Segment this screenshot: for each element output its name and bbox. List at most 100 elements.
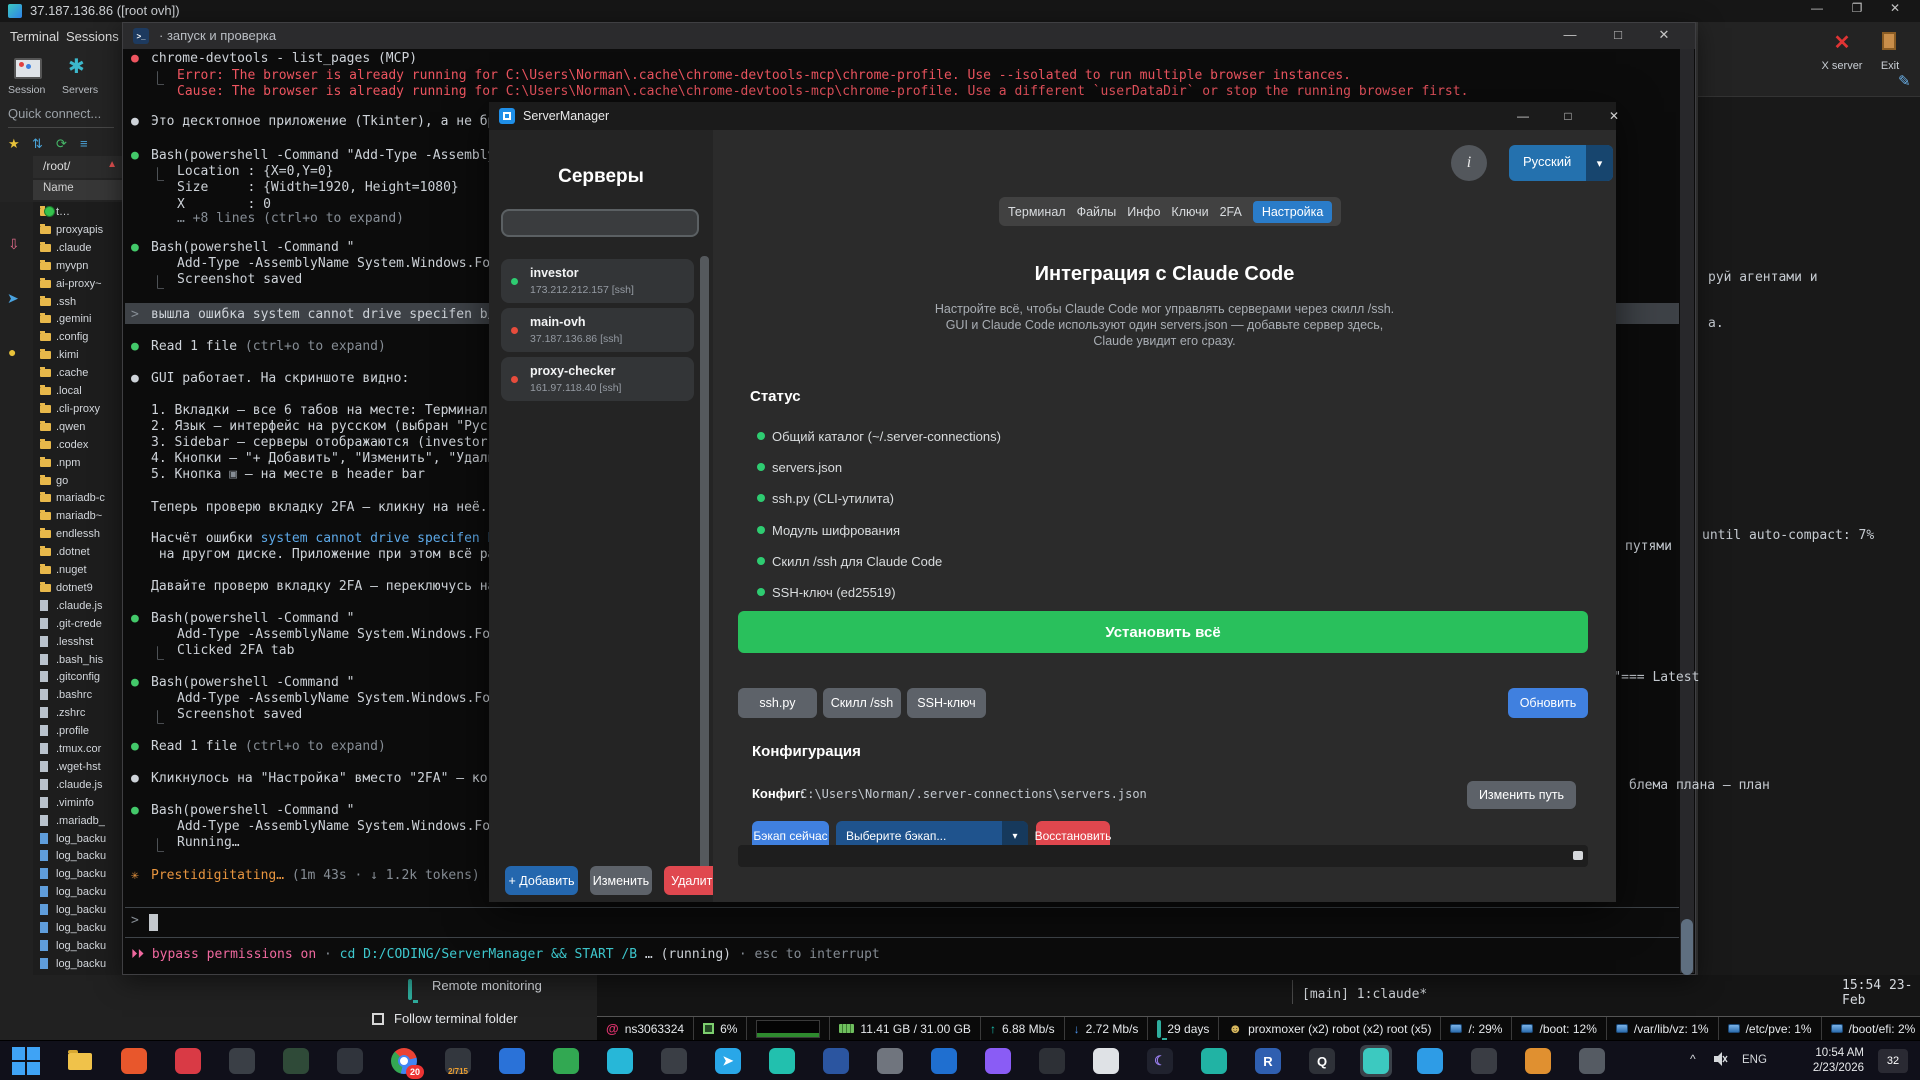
- scrollbar-thumb[interactable]: [1573, 851, 1583, 860]
- taskbar-icon-28[interactable]: [1468, 1045, 1500, 1077]
- server-item[interactable]: investor 173.212.212.157 [ssh]: [501, 259, 694, 303]
- edit-server-button[interactable]: Изменить: [590, 866, 652, 895]
- taskbar-icon-29[interactable]: [1522, 1045, 1554, 1077]
- taskbar-icon-8[interactable]: 20: [388, 1045, 424, 1079]
- speaker-icon[interactable]: [1712, 1051, 1728, 1072]
- disk-icon: [1615, 1024, 1628, 1033]
- taskbar-icon-1[interactable]: [10, 1045, 42, 1077]
- status-item: servers.json: [772, 460, 843, 476]
- chevron-down-icon: ▾: [1586, 145, 1613, 181]
- tab-инфо[interactable]: Инфо: [1127, 205, 1160, 219]
- install-1-button[interactable]: ssh.py: [738, 688, 817, 718]
- line-marker-icon: ●: [131, 803, 139, 818]
- clock-date: 2/23/2026: [1812, 1062, 1864, 1074]
- stat-item: 29 days: [1147, 1017, 1218, 1040]
- status-ok-dot: [757, 463, 765, 472]
- sm-minimize-button[interactable]: —: [1510, 109, 1536, 123]
- sm-close-button[interactable]: ✕: [1601, 109, 1627, 123]
- divider: [125, 907, 1679, 908]
- taskbar-icon-30[interactable]: [1576, 1045, 1608, 1077]
- language-dropdown[interactable]: Русский ▾: [1509, 145, 1613, 181]
- terminal-input-line[interactable]: >: [123, 913, 1679, 930]
- backup-select-value: Выберите бэкап...: [846, 829, 947, 843]
- tab-настройка[interactable]: Настройка: [1252, 200, 1333, 223]
- terminal-scrollbar[interactable]: [1680, 49, 1694, 975]
- change-path-button[interactable]: Изменить путь: [1467, 781, 1576, 809]
- tab-2fa[interactable]: 2FA: [1220, 205, 1242, 219]
- page-title: Интеграция с Claude Code: [1034, 263, 1295, 285]
- taskbar-icon-19[interactable]: [982, 1045, 1014, 1077]
- status-item: SSH-ключ (ed25519): [772, 585, 896, 600]
- line-marker-icon: ●: [131, 611, 139, 626]
- follow-folder-checkbox[interactable]: [372, 1013, 384, 1025]
- subtitle-line: Настройте всё, чтобы Claude Code мог упр…: [934, 302, 1395, 316]
- up-icon: ↑: [989, 1021, 996, 1036]
- notification-count[interactable]: 32: [1878, 1049, 1908, 1073]
- config-path: C:\Users\Norman/.server-connections\serv…: [800, 787, 1147, 801]
- taskbar-icon-11[interactable]: [550, 1045, 582, 1077]
- server-item[interactable]: proxy-checker 161.97.118.40 [ssh]: [501, 357, 694, 401]
- taskbar-icon-20[interactable]: [1036, 1045, 1068, 1077]
- terminal-maximize-button[interactable]: □: [1603, 27, 1633, 42]
- tab-ключи[interactable]: Ключи: [1171, 205, 1208, 219]
- remote-monitoring-label[interactable]: Remote monitoring: [432, 978, 542, 993]
- info-button[interactable]: i: [1451, 145, 1487, 181]
- language-indicator[interactable]: ENG: [1742, 1054, 1767, 1066]
- install-all-button[interactable]: Установить всё: [738, 611, 1588, 653]
- taskbar-icon-10[interactable]: [496, 1045, 528, 1077]
- status-ok-dot: [757, 432, 765, 440]
- taskbar-icon-6[interactable]: [280, 1045, 312, 1077]
- taskbar-icon-2[interactable]: [64, 1045, 96, 1077]
- taskbar-icon-12[interactable]: [604, 1045, 636, 1077]
- taskbar-icon-9[interactable]: 2/715: [442, 1045, 474, 1077]
- clock[interactable]: 10:54 AM 2/23/2026: [1786, 1046, 1864, 1076]
- server-item[interactable]: main-ovh 37.187.136.86 [ssh]: [501, 308, 694, 352]
- cpu-icon: [703, 1023, 715, 1034]
- taskbar-icon-24[interactable]: R: [1252, 1045, 1284, 1077]
- tab-терминал[interactable]: Терминал: [1008, 205, 1066, 219]
- terminal-titlebar[interactable]: >_ · запуск и проверка — □ ✕: [123, 23, 1695, 49]
- taskbar-icon-22[interactable]: ☾: [1144, 1045, 1176, 1077]
- taskbar-icon-18[interactable]: [928, 1045, 960, 1077]
- scrollbar-thumb[interactable]: [1681, 919, 1693, 975]
- tray-expand-icon[interactable]: ^: [1690, 1052, 1696, 1066]
- tab-файлы[interactable]: Файлы: [1077, 205, 1117, 219]
- taskbar-icon-14[interactable]: ➤: [712, 1045, 744, 1077]
- servermanager-titlebar[interactable]: ServerManager — □ ✕: [489, 102, 1619, 130]
- taskbar-icon-7[interactable]: [334, 1045, 366, 1077]
- progress-log-bar: [738, 845, 1588, 867]
- server-search-input[interactable]: [501, 209, 699, 237]
- status-ok-dot: [757, 588, 765, 596]
- stat-item: ↑ 6.88 Mb/s: [979, 1017, 1064, 1040]
- taskbar-icon-16[interactable]: [820, 1045, 852, 1077]
- taskbar-icon-17[interactable]: [874, 1045, 906, 1077]
- add-server-button[interactable]: + Добавить: [505, 866, 578, 895]
- sm-maximize-button[interactable]: □: [1555, 109, 1581, 123]
- background-text-fragment: until auto-compact: 7%: [1702, 528, 1875, 543]
- stat-item: /boot: 12%: [1511, 1017, 1605, 1040]
- taskbar-icon-3[interactable]: [118, 1045, 150, 1077]
- status-item: ssh.py (CLI-утилита): [772, 491, 895, 507]
- taskbar-icon-5[interactable]: [226, 1045, 258, 1077]
- line-marker-icon: ⎿: [151, 647, 165, 662]
- terminal-minimize-button[interactable]: —: [1555, 27, 1585, 42]
- install-3-button[interactable]: SSH-ключ: [907, 688, 986, 718]
- taskbar-icon-13[interactable]: [658, 1045, 690, 1077]
- background-text-fragment: руй агентами и: [1708, 270, 1818, 285]
- config-label: Конфиг:: [752, 786, 805, 801]
- taskbar-icon-4[interactable]: [172, 1045, 204, 1077]
- refresh-button[interactable]: Обновить: [1508, 688, 1588, 718]
- taskbar-icon-15[interactable]: [766, 1045, 798, 1077]
- install-2-button[interactable]: Скилл /ssh: [823, 688, 901, 718]
- taskbar-icon-27[interactable]: [1414, 1045, 1446, 1077]
- server-list-scrollbar[interactable]: [700, 256, 709, 873]
- taskbar-icon-21[interactable]: [1090, 1045, 1122, 1077]
- terminal-close-button[interactable]: ✕: [1649, 27, 1679, 43]
- terminal-line-tail: блема плана — план: [1629, 778, 1770, 793]
- follow-folder-label[interactable]: Follow terminal folder: [394, 1011, 518, 1026]
- taskbar-icon-26[interactable]: [1360, 1045, 1392, 1077]
- taskbar-icon-23[interactable]: [1198, 1045, 1230, 1077]
- taskbar-icon-25[interactable]: Q: [1306, 1045, 1338, 1077]
- remote-monitoring-icon[interactable]: [408, 979, 412, 1000]
- servermanager-app-icon: [499, 108, 515, 124]
